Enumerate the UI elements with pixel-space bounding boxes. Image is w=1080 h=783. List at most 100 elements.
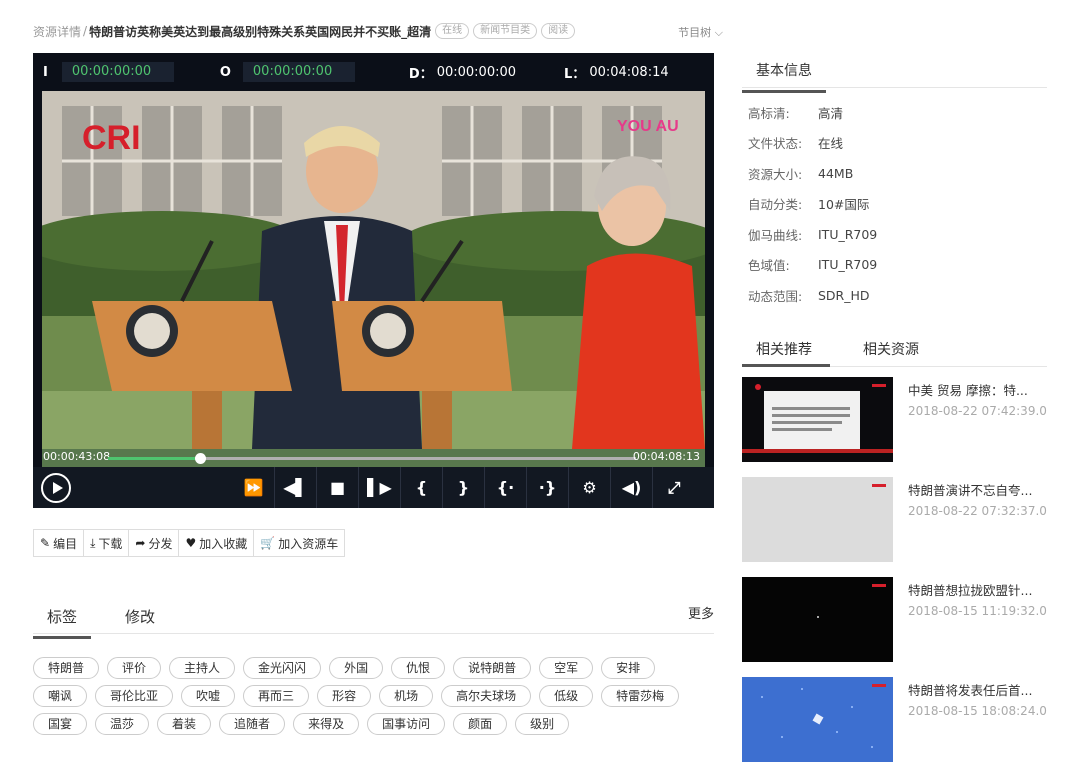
tag-chip[interactable]: 低级 (539, 685, 594, 707)
in-point-label: I (43, 64, 48, 80)
tag-chip[interactable]: 再而三 (243, 685, 310, 707)
program-tree-dropdown[interactable]: 节目树 ⌵ (678, 24, 723, 40)
volume-icon[interactable]: ◀) (611, 467, 653, 508)
list-item-title[interactable]: 特朗普想拉拢欧盟针... (908, 580, 1047, 599)
info-value: 44MB (818, 165, 854, 181)
seek-bar[interactable] (108, 453, 636, 464)
info-value: ITU_R709 (818, 257, 878, 273)
settings-icon[interactable]: ⚙ (569, 467, 611, 508)
fullscreen-icon[interactable]: ⤢ (653, 467, 695, 508)
breadcrumb: 资源详情 / 特朗普访英称美英达到最高级别特殊关系英国网民并不买账_超清 在线 … (33, 20, 723, 42)
stop-icon[interactable]: ■ (317, 467, 359, 508)
active-tab-indicator (742, 363, 830, 367)
tag-tabs: 标签 修改 更多 (32, 600, 714, 639)
list-item-time: 2018-08-15 11:19:32.0 (908, 603, 1047, 618)
distribute-button[interactable]: ➦ 分发 (129, 530, 180, 556)
tag-chip[interactable]: 吹嘘 (181, 685, 236, 707)
video-frame[interactable]: CRI YOU AU (42, 91, 705, 501)
seek-bar-handle[interactable] (194, 453, 206, 464)
out-point-timecode[interactable]: 00:00:00:00 (242, 62, 355, 82)
tag-chip[interactable]: 形容 (317, 685, 372, 707)
tab-edit[interactable]: 修改 (125, 606, 155, 627)
mark-in-icon[interactable]: { (401, 467, 443, 508)
info-value: ITU_R709 (818, 226, 878, 242)
thumbnail[interactable] (742, 376, 893, 462)
list-item[interactable]: 中美 贸易 摩擦：特... 2018-08-22 07:42:39.0 (742, 376, 1047, 477)
tag-chip[interactable]: 机场 (379, 685, 434, 707)
share-icon: ➦ (135, 536, 146, 550)
tag-chip[interactable]: 空军 (539, 657, 594, 679)
download-icon: ⤓ (90, 535, 96, 550)
duration-label: D： (408, 66, 433, 82)
player-controls: ⏩ ◀▌ ■ ▌▶ { } {· ·} ⚙ ◀) ⤢ (33, 467, 714, 508)
prev-frame-icon[interactable]: ◀▌ (275, 467, 317, 508)
control-icons: ⏩ ◀▌ ■ ▌▶ { } {· ·} ⚙ ◀) ⤢ (233, 467, 695, 508)
tag-chip[interactable]: 高尔夫球场 (441, 685, 532, 707)
tag-chip[interactable]: 国宴 (33, 713, 88, 735)
thumbnail[interactable] (742, 476, 893, 562)
tag-chip[interactable]: 温莎 (95, 713, 150, 735)
tag-chip[interactable]: 仇恨 (391, 657, 446, 679)
goto-out-icon[interactable]: ·} (527, 467, 569, 508)
length-label: L： (564, 66, 586, 82)
basic-info-tabs: 基本信息 (742, 50, 1047, 93)
action-bar: ✎ 编目 ⤓ 下载 ➦ 分发 ♥ 加入收藏 🛒 加入资源车 (33, 529, 346, 557)
list-item-title[interactable]: 特朗普将发表任后首... (908, 680, 1047, 699)
out-point-label: O (219, 64, 231, 80)
goto-in-icon[interactable]: {· (485, 467, 527, 508)
thumbnail[interactable] (742, 576, 893, 662)
tab-related-resources[interactable]: 相关资源 (863, 339, 919, 359)
tag-chip[interactable]: 特雷莎梅 (601, 685, 680, 707)
length-timecode: 00:04:08:14 (589, 64, 669, 80)
tag-chip[interactable]: 评价 (107, 657, 162, 679)
tag-chip[interactable]: 国事访问 (367, 713, 446, 735)
mark-out-icon[interactable]: } (443, 467, 485, 508)
list-item[interactable]: 特朗普想拉拢欧盟针... 2018-08-15 11:19:32.0 (742, 576, 1047, 677)
info-key: 自动分类: (748, 197, 803, 213)
more-link[interactable]: 更多 (688, 603, 714, 622)
in-point-timecode[interactable]: 00:00:00:00 (61, 62, 174, 82)
breadcrumb-separator: / (83, 24, 88, 38)
program-tree-label: 节目树 (678, 26, 712, 39)
tab-basic-info[interactable]: 基本信息 (742, 60, 826, 93)
favorite-button[interactable]: ♥ 加入收藏 (179, 530, 255, 556)
info-value: 在线 (818, 136, 844, 152)
video-scene: CRI YOU AU (42, 91, 705, 449)
distribute-label: 分发 (148, 536, 173, 551)
catalog-button[interactable]: ✎ 编目 (34, 530, 85, 556)
tag-chip[interactable]: 安排 (601, 657, 656, 679)
tag-chip[interactable]: 外国 (329, 657, 384, 679)
tag-chip[interactable]: 特朗普 (33, 657, 100, 679)
list-item[interactable]: 特朗普演讲不忘自夸... 2018-08-22 07:32:37.0 (742, 476, 1047, 577)
tag-chip[interactable]: 说特朗普 (453, 657, 532, 679)
info-value: 高清 (818, 105, 844, 121)
breadcrumb-root[interactable]: 资源详情 (33, 23, 81, 40)
seek-bar-fill (108, 457, 200, 460)
tag-chip[interactable]: 来得及 (293, 713, 360, 735)
play-icon[interactable] (41, 473, 71, 503)
list-item-title[interactable]: 中美 贸易 摩擦：特... (908, 380, 1047, 399)
tab-tags[interactable]: 标签 (32, 606, 92, 639)
list-item-time: 2018-08-22 07:32:37.0 (908, 503, 1047, 518)
edit-icon: ✎ (40, 536, 51, 550)
youau-logo: YOU AU (617, 118, 679, 135)
step-play-icon[interactable]: ▌▶ (359, 467, 401, 508)
add-to-cart-button[interactable]: 🛒 加入资源车 (254, 530, 344, 556)
list-item[interactable]: 特朗普将发表任后首... 2018-08-15 18:08:24.0 (742, 676, 1047, 777)
tag-chip[interactable]: 追随者 (219, 713, 286, 735)
tag-chip[interactable]: 颜面 (453, 713, 508, 735)
list-item-title[interactable]: 特朗普演讲不忘自夸... (908, 480, 1047, 499)
favorite-label: 加入收藏 (199, 536, 248, 551)
tag-chip[interactable]: 级别 (515, 713, 570, 735)
next-frame-icon[interactable]: ⏩ (233, 467, 275, 508)
timecode-bar: I 00:00:00:00 O 00:00:00:00 D： 00:00:00:… (33, 53, 714, 91)
tag-chip[interactable]: 着装 (157, 713, 212, 735)
tag-chip[interactable]: 嘲讽 (33, 685, 88, 707)
tag-chip[interactable]: 哥伦比亚 (95, 685, 174, 707)
tag-chip[interactable]: 金光闪闪 (243, 657, 322, 679)
tag-chip[interactable]: 主持人 (169, 657, 236, 679)
download-button[interactable]: ⤓ 下载 (84, 530, 130, 556)
thumbnail[interactable] (742, 676, 893, 762)
info-row: 自动分类: 10#国际 (742, 189, 1047, 220)
tab-recommend[interactable]: 相关推荐 (756, 339, 812, 359)
